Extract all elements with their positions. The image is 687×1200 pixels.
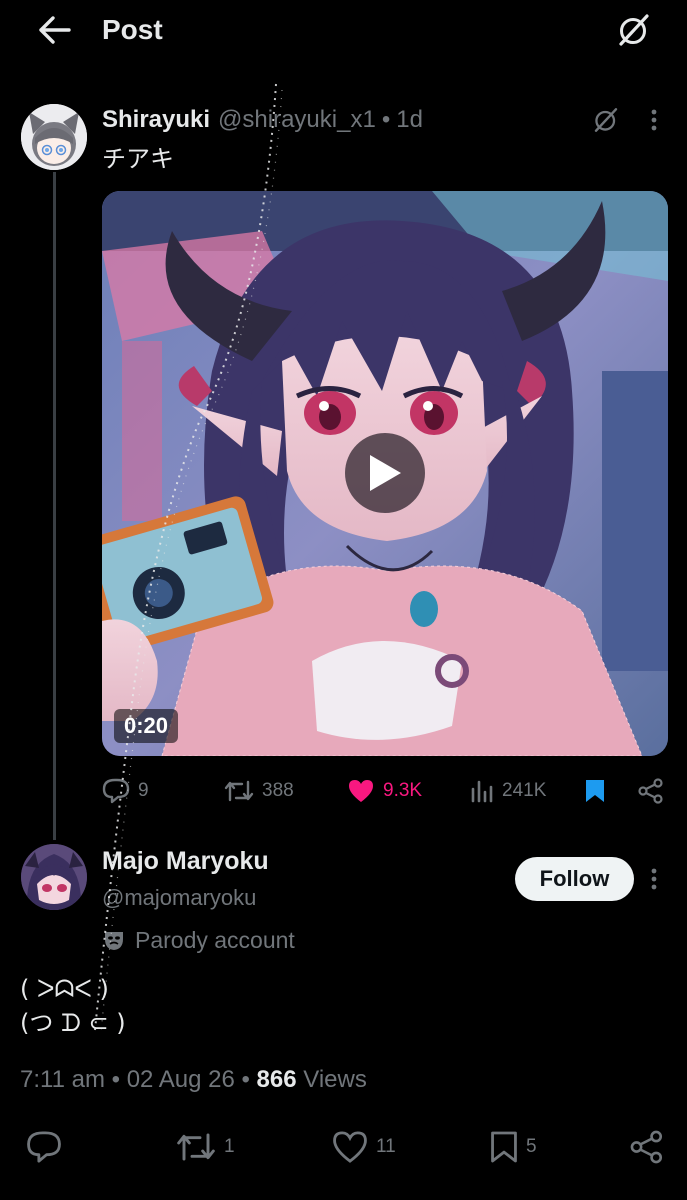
views-count: 866 — [256, 1066, 297, 1093]
reply-body-line-1: ( ᐳᗣᐸ ) — [20, 975, 109, 1003]
back-button[interactable] — [34, 12, 74, 48]
like-count: 9.3K — [383, 780, 423, 801]
bookmark-icon — [586, 780, 604, 802]
views-button[interactable]: 241K — [470, 774, 546, 808]
analytics-icon — [471, 780, 493, 803]
page-title: Post — [102, 14, 163, 45]
post-timestamp[interactable]: 7:11 am — [20, 1066, 105, 1093]
reply-author-handle[interactable]: @majomaryoku — [102, 884, 256, 912]
grok-icon — [594, 108, 618, 132]
meta-separator: • — [241, 1066, 250, 1093]
like-button[interactable]: 9.3K — [347, 774, 422, 808]
reply-icon — [27, 1131, 61, 1163]
reply-button[interactable]: 9 — [102, 774, 149, 808]
reply-author-name[interactable]: Majo Maryoku — [102, 846, 269, 876]
reply-more-button[interactable] — [642, 862, 666, 896]
views-label: Views — [303, 1066, 367, 1093]
thread-line — [53, 172, 56, 840]
author-avatar[interactable] — [21, 104, 87, 170]
author-name[interactable]: Shirayuki — [102, 106, 210, 134]
bookmark-icon — [491, 1131, 517, 1163]
follow-button[interactable]: Follow — [515, 857, 634, 901]
reply-icon — [102, 778, 130, 804]
repost-count: 388 — [262, 780, 294, 801]
heart-icon — [349, 780, 373, 802]
bookmark-count: 5 — [526, 1136, 537, 1157]
separator-dot: • — [381, 106, 391, 133]
parody-label: Parody account — [135, 926, 295, 953]
reply-action-bar: 1 11 5 — [0, 1124, 687, 1170]
post-text: チアキ — [102, 146, 174, 173]
share-button[interactable] — [638, 774, 664, 808]
post-action-bar: 9 388 9.3K 241K — [102, 774, 668, 808]
video-duration: 0:20 — [114, 709, 179, 743]
post-grok-button[interactable] — [588, 102, 624, 138]
repost-button[interactable]: 388 — [224, 774, 294, 808]
post-time[interactable]: 1d — [396, 106, 423, 134]
meta-separator: • — [111, 1066, 121, 1093]
like-button[interactable]: 11 — [332, 1124, 396, 1170]
post-video[interactable]: 0:20 — [102, 191, 668, 756]
parody-badge: Parody account — [102, 924, 295, 956]
author-handle[interactable]: @shirayuki_x1 — [218, 106, 376, 134]
like-count: 11 — [376, 1136, 396, 1157]
post-more-button[interactable] — [640, 104, 668, 136]
grok-icon — [619, 14, 649, 46]
share-button[interactable] — [630, 1124, 664, 1170]
back-arrow-icon — [39, 16, 71, 44]
reply-author-avatar[interactable] — [21, 844, 87, 910]
views-count: 241K — [502, 780, 547, 801]
bookmark-button[interactable] — [584, 774, 606, 808]
play-icon — [370, 455, 401, 491]
share-icon — [630, 1130, 663, 1164]
reply-count: 9 — [138, 780, 149, 801]
more-icon — [651, 109, 657, 131]
post-header: Shirayuki @shirayuki_x1 • 1d — [102, 104, 423, 136]
repost-icon — [177, 1133, 215, 1161]
reply-button[interactable] — [26, 1124, 62, 1170]
repost-icon — [224, 780, 254, 802]
reply-body-text: ( ᐳᗣᐸ ) (つ ᗪ ⊂ ) — [20, 972, 126, 1040]
more-icon — [651, 868, 657, 890]
top-bar: Post — [0, 0, 687, 60]
repost-button[interactable]: 1 — [176, 1124, 235, 1170]
reply-body-line-2: (つ ᗪ ⊂ ) — [20, 1009, 126, 1037]
grok-button[interactable] — [612, 10, 656, 50]
mask-icon — [102, 928, 126, 952]
post-meta: 7:11 am • 02 Aug 26 • 866 Views — [20, 1064, 367, 1096]
repost-count: 1 — [224, 1136, 235, 1157]
share-icon — [638, 778, 663, 804]
bookmark-button[interactable]: 5 — [490, 1124, 537, 1170]
heart-icon — [333, 1131, 367, 1163]
play-button[interactable] — [345, 433, 425, 513]
post-date[interactable]: 02 Aug 26 — [127, 1066, 235, 1093]
